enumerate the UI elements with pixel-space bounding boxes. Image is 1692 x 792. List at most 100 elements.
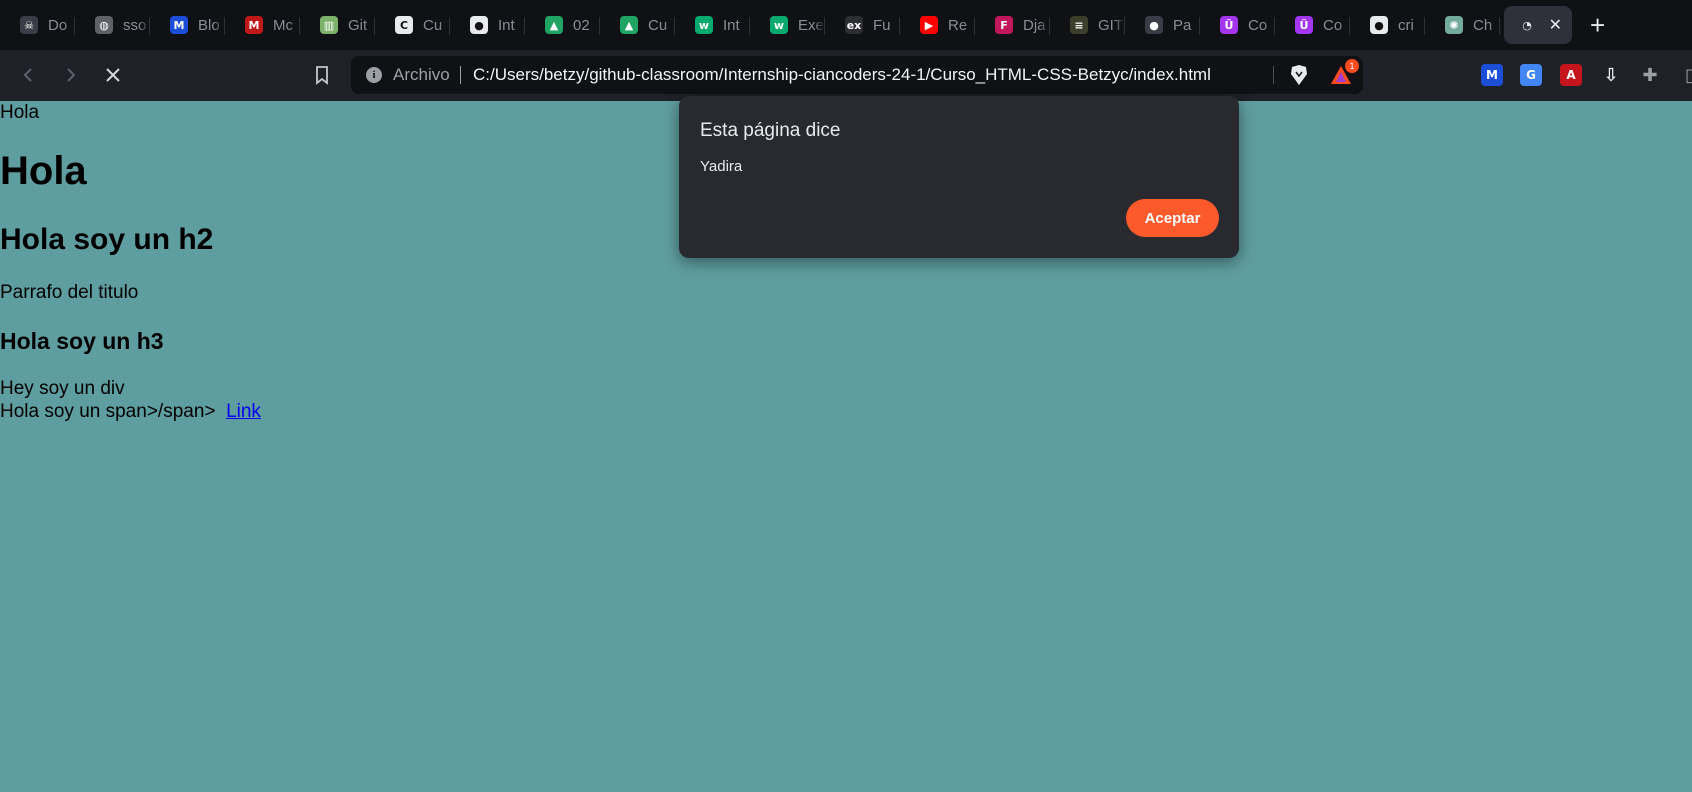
terminal-icon: ≡ — [1070, 16, 1088, 34]
youtube-icon: ▶ — [920, 16, 938, 34]
bookmark-button[interactable] — [310, 63, 334, 87]
tab-title: Int — [498, 16, 515, 34]
paragraph: Parrafo del titulo — [0, 282, 139, 303]
tab[interactable]: w Exe — [750, 6, 825, 44]
tab[interactable]: ● Int — [450, 6, 525, 44]
url-text[interactable]: C:/Users/betzy/github-classroom/Internsh… — [473, 65, 1211, 85]
tab[interactable]: Ü Co — [1275, 6, 1350, 44]
w3schools-icon: w — [695, 16, 713, 34]
loading-icon: ◔ — [1522, 18, 1532, 32]
tab-title: Int — [723, 16, 740, 34]
tab[interactable]: C Cu — [375, 6, 450, 44]
tab-title: Git — [348, 16, 368, 34]
scheme-label: Archivo — [393, 65, 450, 84]
heading-h1: Hola — [0, 149, 87, 193]
dark-mask-icon: ☠ — [20, 16, 38, 34]
tab[interactable]: ▥ Git — [300, 6, 375, 44]
google-drive-icon: ▲ — [545, 16, 563, 34]
django-icon: F — [995, 16, 1013, 34]
tab-title: Fu — [873, 16, 891, 34]
tab[interactable]: ex Fu — [825, 6, 900, 44]
tab[interactable]: ≡ GIT — [1050, 6, 1125, 44]
malwarebytes-icon: M — [170, 16, 188, 34]
browser-toolbar: i Archivo C:/Users/betzy/github-classroo… — [0, 50, 1692, 101]
tab-title: 02 — [573, 16, 590, 34]
tab[interactable]: M Blo — [150, 6, 225, 44]
tab-title: Exe — [798, 16, 824, 34]
info-icon[interactable]: i — [366, 67, 382, 83]
google-drive-icon: ▲ — [620, 16, 638, 34]
span-text: Hola soy un span>/span> — [0, 401, 216, 422]
tab-title: Co — [1323, 16, 1343, 34]
tab-title: Pa — [1173, 16, 1192, 34]
accept-button[interactable]: Aceptar — [1126, 199, 1219, 237]
tab[interactable]: ✺ Ch — [1425, 6, 1500, 44]
forward-button[interactable] — [57, 62, 83, 88]
back-button[interactable] — [16, 62, 42, 88]
bookmark-icon — [316, 66, 328, 85]
tab-title: sso — [123, 16, 147, 34]
github-icon: ● — [470, 16, 488, 34]
save-to-device-icon[interactable]: ⇩ — [1600, 64, 1622, 86]
tab[interactable]: ◍ sso — [75, 6, 150, 44]
tab[interactable]: ▶ Re — [900, 6, 975, 44]
plain-text: Hola — [0, 102, 40, 123]
close-icon[interactable]: ✕ — [1549, 15, 1562, 35]
udemy-icon: Ü — [1220, 16, 1238, 34]
stop-loading-button[interactable] — [100, 62, 126, 88]
chevron-right-icon — [67, 68, 76, 82]
chevron-left-icon — [23, 68, 32, 82]
sidebar-icon[interactable]: ▯ — [1679, 64, 1692, 86]
heading-h3: Hola soy un h3 — [0, 328, 164, 354]
close-icon — [106, 68, 120, 82]
dialog-message: Yadira — [700, 158, 743, 175]
span-line: Hola soy un span>/span> Link — [0, 401, 261, 423]
w3schools-icon: w — [770, 16, 788, 34]
tab-strip: ☠ Do ◍ sso M Blo M Mc ▥ Git C Cu ● Int ▲ 02 ▲ Cu w Int w Exe e… — [0, 0, 1692, 50]
rewards-badge: 1 — [1345, 59, 1359, 73]
link[interactable]: Link — [226, 401, 261, 422]
google-translate-icon[interactable]: G — [1520, 64, 1542, 86]
lion-shield-icon — [1291, 65, 1307, 85]
extensions-puzzle-icon[interactable]: ✚ — [1639, 64, 1661, 86]
new-tab-button[interactable]: + — [1590, 12, 1605, 38]
github-dim-icon: ● — [1145, 16, 1163, 34]
tab-title: cri — [1398, 16, 1414, 34]
tab[interactable]: ▲ 02 — [525, 6, 600, 44]
adobe-pdf-icon[interactable]: A — [1560, 64, 1582, 86]
tab-title: Cu — [648, 16, 668, 34]
udemy-icon: Ü — [1295, 16, 1313, 34]
tab[interactable]: w Int — [675, 6, 750, 44]
tab[interactable]: M Mc — [225, 6, 300, 44]
tab-title: Mc — [273, 16, 293, 34]
tab-title: GIT — [1098, 16, 1123, 34]
globe-icon: ◍ — [95, 16, 113, 34]
brave-shields-button[interactable] — [1288, 64, 1310, 86]
tab-title: Blo — [198, 16, 220, 34]
address-bar[interactable]: i Archivo C:/Users/betzy/github-classroo… — [351, 56, 1363, 94]
divider — [460, 66, 461, 84]
dialog-title: Esta página dice — [700, 120, 841, 141]
div-text: Hey soy un div — [0, 378, 125, 399]
malwarebytes-icon[interactable]: M — [1481, 64, 1503, 86]
chatgpt-icon: ✺ — [1445, 16, 1463, 34]
heading-h2: Hola soy un h2 — [0, 223, 214, 256]
cursos-icon: C — [395, 16, 413, 34]
divider — [1273, 66, 1274, 84]
tab[interactable]: ● Pa — [1125, 6, 1200, 44]
tab[interactable]: F Dja — [975, 6, 1050, 44]
tab-title: Cu — [423, 16, 443, 34]
edx-icon: ex — [845, 16, 863, 34]
tab-title: Re — [948, 16, 968, 34]
tab-active[interactable]: ◔ ✕ — [1504, 6, 1572, 44]
alert-dialog: Esta página dice Yadira Aceptar — [679, 96, 1239, 258]
tab-title: Dja — [1023, 16, 1046, 34]
mcafee-icon: M — [245, 16, 263, 34]
tab[interactable]: ▲ Cu — [600, 6, 675, 44]
tab[interactable]: Ü Co — [1200, 6, 1275, 44]
tab[interactable]: ☠ Do — [0, 6, 75, 44]
books-icon: ▥ — [320, 16, 338, 34]
tab-title: Ch — [1473, 16, 1493, 34]
tab[interactable]: ● cri — [1350, 6, 1425, 44]
brave-rewards-button[interactable]: 1 — [1329, 59, 1359, 86]
